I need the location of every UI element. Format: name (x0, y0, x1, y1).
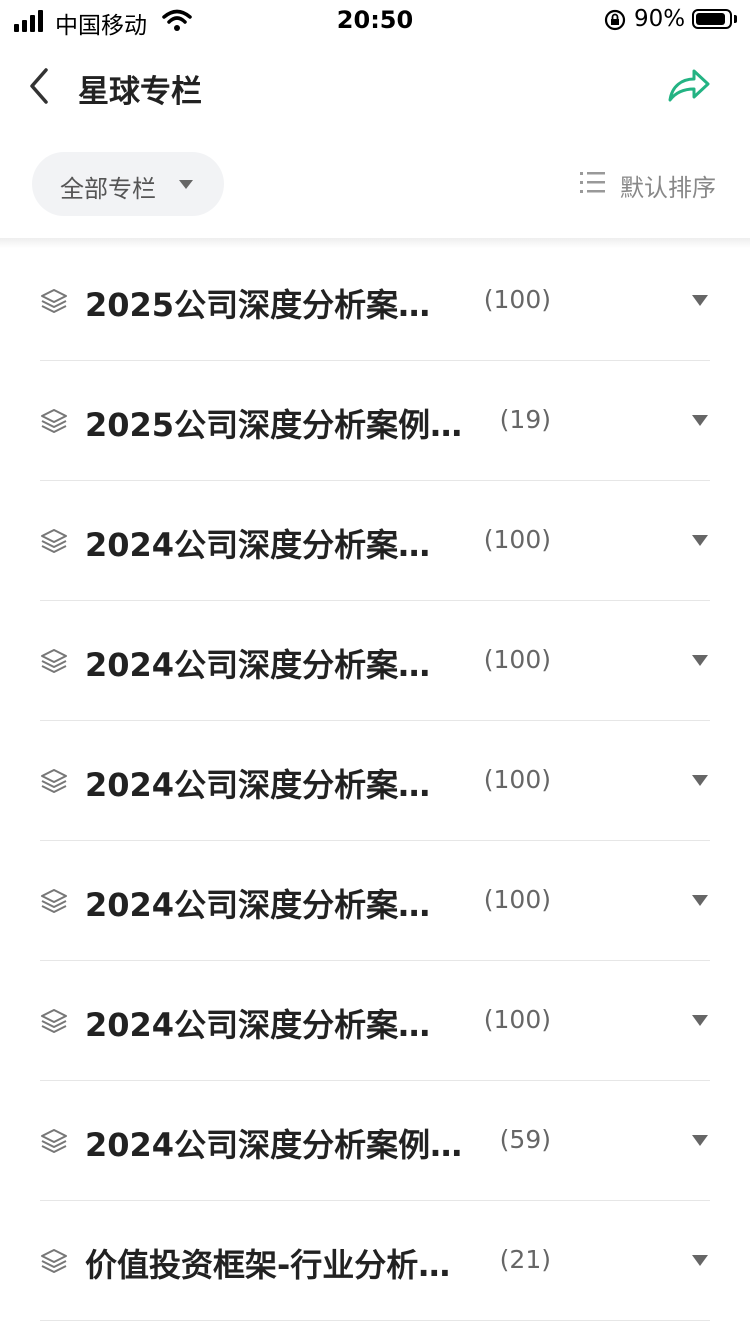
column-filter-dropdown[interactable]: 全部专栏 (32, 152, 224, 216)
filter-label: 全部专栏 (60, 175, 156, 203)
caret-down-icon (179, 180, 193, 189)
column-list-item[interactable]: 2024公司深度分析案… (100) (0, 841, 750, 961)
navigation-bar: 星球专栏 (0, 40, 750, 130)
layers-icon (41, 409, 67, 433)
column-title: 2024公司深度分析案… (85, 1006, 431, 1044)
layers-icon (41, 1009, 67, 1033)
column-title: 2024公司深度分析案… (85, 646, 431, 684)
column-title: 2025公司深度分析案例… (85, 406, 463, 444)
expand-caret-icon[interactable] (692, 895, 708, 906)
list-sort-icon (580, 172, 605, 193)
column-count: (100) (483, 645, 551, 674)
column-list-item[interactable]: 2025公司深度分析案例… (19) (0, 361, 750, 481)
layers-icon (41, 529, 67, 553)
column-list-item[interactable]: 2024公司深度分析案例… (59) (0, 1081, 750, 1201)
battery-icon (692, 9, 732, 29)
column-list-item[interactable]: 2025公司深度分析案… (100) (0, 241, 750, 361)
column-title: 2024公司深度分析案… (85, 766, 431, 804)
expand-caret-icon[interactable] (692, 415, 708, 426)
filter-bar: 全部专栏 默认排序 (0, 130, 750, 240)
column-title: 2024公司深度分析案… (85, 886, 431, 924)
layers-icon (41, 1249, 67, 1273)
sort-button[interactable]: 默认排序 (580, 168, 716, 202)
column-title: 2024公司深度分析案例… (85, 1126, 463, 1164)
layers-icon (41, 1129, 67, 1153)
expand-caret-icon[interactable] (692, 1135, 708, 1146)
column-list-item[interactable]: 价值投资框架-行业分析… (21) (0, 1201, 750, 1321)
layers-icon (41, 889, 67, 913)
column-count: (59) (499, 1125, 551, 1154)
column-count: (100) (483, 765, 551, 794)
page-title: 星球专栏 (78, 74, 202, 110)
column-count: (100) (483, 885, 551, 914)
column-list-item[interactable]: 2024公司深度分析案… (100) (0, 481, 750, 601)
column-list-item[interactable]: 2024公司深度分析案… (100) (0, 721, 750, 841)
column-count: (19) (499, 405, 551, 434)
share-icon[interactable] (664, 66, 712, 106)
expand-caret-icon[interactable] (692, 295, 708, 306)
column-title: 2024公司深度分析案… (85, 526, 431, 564)
column-count: (100) (483, 1005, 551, 1034)
battery-percentage: 90% (634, 6, 686, 32)
status-bar: 中国移动 20:50 90% (0, 0, 750, 40)
battery-tip (734, 15, 737, 23)
column-count: (100) (483, 525, 551, 554)
layers-icon (41, 289, 67, 313)
column-title: 价值投资框架-行业分析… (85, 1246, 451, 1284)
column-count: (21) (499, 1245, 551, 1274)
column-list-item[interactable]: 2024公司深度分析案… (100) (0, 961, 750, 1081)
column-count: (100) (483, 285, 551, 314)
back-arrow-icon[interactable] (24, 64, 60, 108)
expand-caret-icon[interactable] (692, 535, 708, 546)
layers-icon (41, 649, 67, 673)
sort-label: 默认排序 (620, 174, 716, 202)
column-title: 2025公司深度分析案… (85, 286, 431, 324)
orientation-lock-icon (604, 9, 626, 31)
expand-caret-icon[interactable] (692, 655, 708, 666)
column-list-item[interactable]: 2024公司深度分析案… (100) (0, 601, 750, 721)
layers-icon (41, 769, 67, 793)
expand-caret-icon[interactable] (692, 1015, 708, 1026)
column-list: 2025公司深度分析案… (100) 2025公司深度分析案例… (19) 20… (0, 241, 750, 1321)
expand-caret-icon[interactable] (692, 775, 708, 786)
expand-caret-icon[interactable] (692, 1255, 708, 1266)
